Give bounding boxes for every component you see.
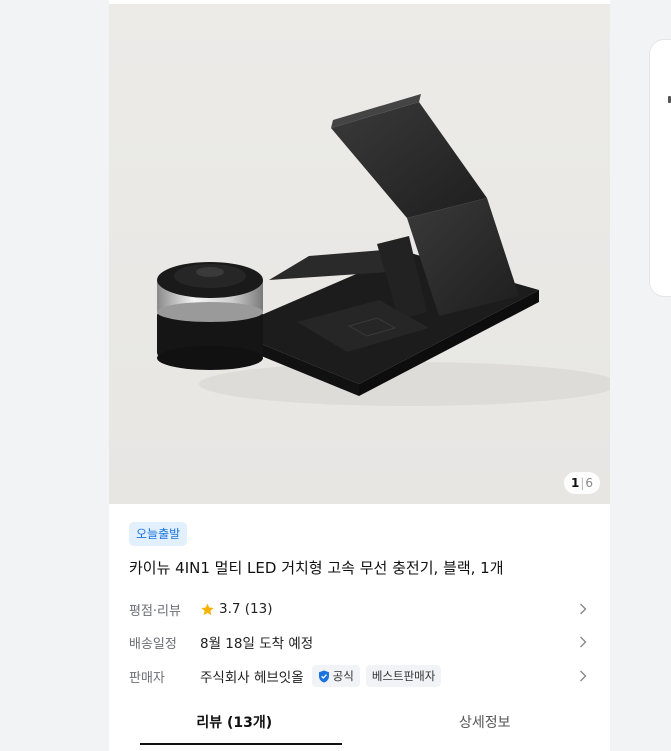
rating-label: 평점·리뷰 [129, 603, 181, 619]
official-tag-label: 공식 [332, 669, 354, 683]
rating-score: 3.7 [219, 601, 241, 617]
tab-details[interactable]: 상세정보 [360, 706, 611, 751]
product-image-carousel[interactable]: 1|6 [109, 4, 610, 504]
review-count: (13) [244, 601, 273, 617]
today-shipping-badge: 오늘출발 [129, 522, 188, 546]
chevron-right-icon[interactable] [576, 602, 590, 616]
star-icon [200, 602, 215, 617]
tab-reviews[interactable]: 리뷰 (13개) [109, 706, 360, 751]
seller-row[interactable]: 판매자 주식회사 헤브잇올 공식 베스트판매자 [129, 663, 590, 689]
seller-name: 주식회사 헤브잇올 [200, 670, 304, 686]
shield-check-icon [318, 670, 329, 682]
best-seller-tag: 베스트판매자 [365, 665, 442, 687]
detail-tabs: 리뷰 (13개) 상세정보 [109, 706, 610, 751]
product-title: 카이뉴 4IN1 멀티 LED 거치형 고속 무선 충전기, 블랙, 1개 [129, 559, 504, 577]
side-panel [650, 40, 671, 296]
delivery-date: 8월 18일 도착 예정 [200, 636, 314, 652]
delivery-label: 배송일정 [129, 636, 177, 652]
official-tag: 공식 [311, 665, 360, 687]
chevron-right-icon[interactable] [576, 635, 590, 649]
product-image [109, 4, 610, 504]
chevron-right-icon[interactable] [576, 669, 590, 683]
delivery-row[interactable]: 배송일정 8월 18일 도착 예정 [129, 629, 590, 655]
image-counter: 1|6 [563, 472, 600, 494]
rating-review-row[interactable]: 평점·리뷰 3.7 (13) [129, 596, 590, 622]
seller-label: 판매자 [129, 670, 165, 686]
image-counter-total: 6 [585, 476, 593, 490]
image-counter-current: 1 [570, 476, 580, 490]
product-card: 1|6 오늘출발 카이뉴 4IN1 멀티 LED 거치형 고속 무선 충전기, … [109, 0, 610, 751]
